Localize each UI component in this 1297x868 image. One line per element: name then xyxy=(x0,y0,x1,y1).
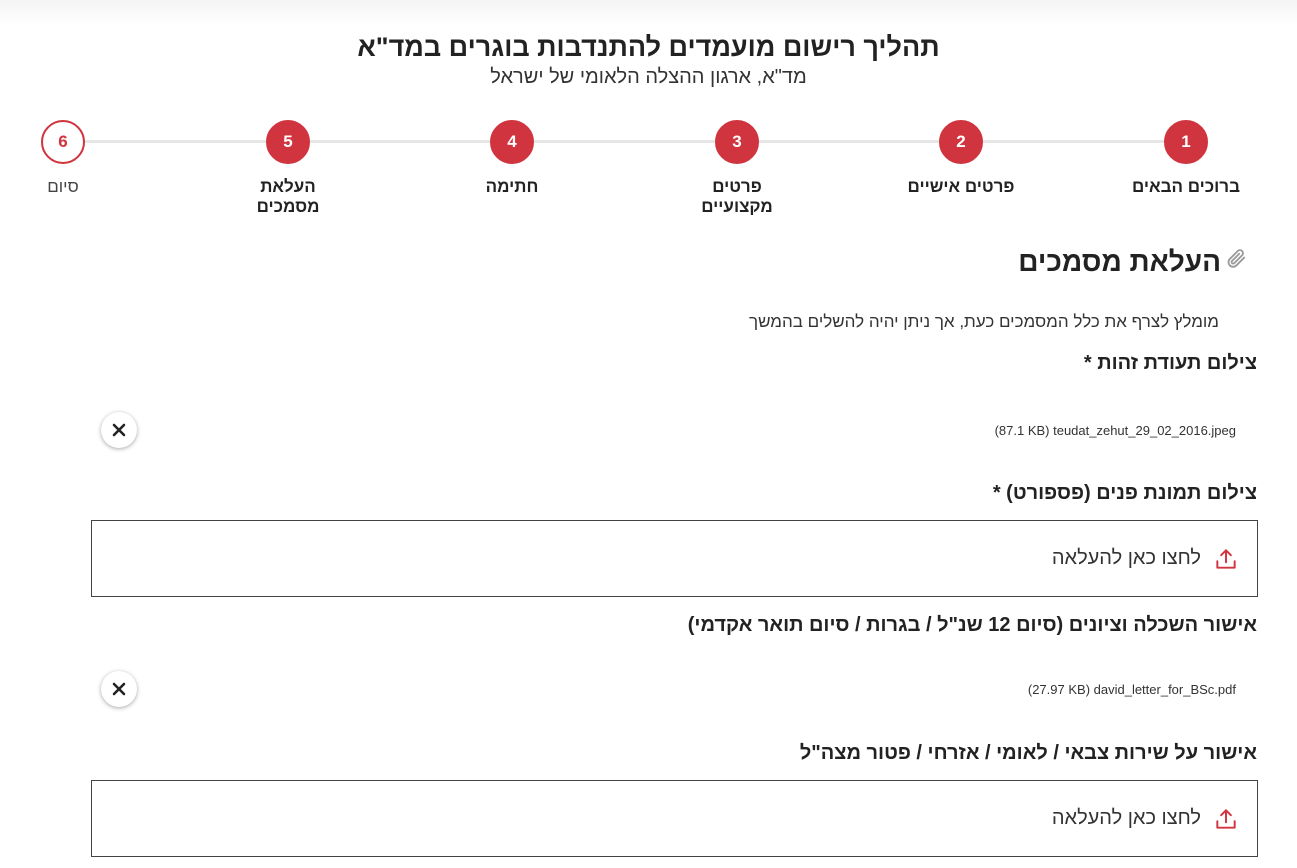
step-6-label: סיום xyxy=(47,177,79,196)
id-photo-file-name: (87.1 KB) teudat_zehut_29_02_2016.jpeg xyxy=(994,422,1236,438)
step-4-label: חתימה xyxy=(485,177,539,196)
paperclip-icon xyxy=(1225,247,1247,269)
step-2-label: פרטים אישיים xyxy=(907,177,1015,196)
education-label: אישור השכלה וציונים (סיום 12 שנ"ל / בגרו… xyxy=(687,614,1257,636)
step-6-number: 6 xyxy=(41,120,85,164)
id-photo-file-row: (87.1 KB) teudat_zehut_29_02_2016.jpeg xyxy=(91,410,1258,450)
id-photo-label: צילום תעודת זהות * xyxy=(1083,352,1257,374)
step-3-number: 3 xyxy=(715,120,759,164)
service-upload[interactable]: לחצו כאן להעלאה xyxy=(91,780,1258,857)
step-4[interactable]: 4 חתימה xyxy=(432,120,592,197)
remove-education-button[interactable] xyxy=(101,671,137,707)
step-6: 6 סיום xyxy=(13,120,113,197)
step-5-number: 5 xyxy=(266,120,310,164)
page-header: תהליך רישום מועמדים להתנדבות בוגרים במד"… xyxy=(0,30,1297,89)
step-3[interactable]: 3 פרטים מקצועיים xyxy=(687,120,787,217)
step-2[interactable]: 2 פרטים אישיים xyxy=(881,120,1041,197)
progress-stepper: 1 ברוכים הבאים 2 פרטים אישיים 3 פרטים מק… xyxy=(0,120,1297,230)
service-upload-text: לחצו כאן להעלאה xyxy=(1051,807,1201,829)
remove-id-photo-button[interactable] xyxy=(101,412,137,448)
page-subtitle: מד"א, ארגון ההצלה הלאומי של ישראל xyxy=(490,66,807,88)
passport-photo-label: צילום תמונת פנים (פספורט) * xyxy=(992,482,1257,504)
upload-icon xyxy=(1213,806,1239,832)
close-icon xyxy=(112,682,126,696)
step-2-number: 2 xyxy=(939,120,983,164)
step-3-label: פרטים מקצועיים xyxy=(701,177,773,216)
step-1-number: 1 xyxy=(1164,120,1208,164)
step-5[interactable]: 5 העלאת מסמכים xyxy=(243,120,333,217)
page-title: תהליך רישום מועמדים להתנדבות בוגרים במד"… xyxy=(357,32,940,62)
section-header: העלאת מסמכים xyxy=(1018,246,1247,278)
step-5-label: העלאת מסמכים xyxy=(256,177,320,216)
education-file-name: (27.97 KB) david_letter_for_BSc.pdf xyxy=(1027,681,1236,697)
section-intro: מומלץ לצרף את כלל המסמכים כעת, אך ניתן י… xyxy=(748,312,1219,331)
step-1[interactable]: 1 ברוכים הבאים xyxy=(1106,120,1266,197)
top-shade xyxy=(0,0,1297,26)
close-icon xyxy=(112,423,126,437)
step-1-label: ברוכים הבאים xyxy=(1132,177,1240,196)
passport-photo-upload-text: לחצו כאן להעלאה xyxy=(1051,547,1201,569)
education-file-row: (27.97 KB) david_letter_for_BSc.pdf xyxy=(91,669,1258,709)
step-4-number: 4 xyxy=(490,120,534,164)
passport-photo-upload[interactable]: לחצו כאן להעלאה xyxy=(91,520,1258,597)
service-label: אישור על שירות צבאי / לאומי / אזרחי / פט… xyxy=(799,742,1257,764)
upload-icon xyxy=(1213,546,1239,572)
section-title: העלאת מסמכים xyxy=(1018,246,1221,277)
